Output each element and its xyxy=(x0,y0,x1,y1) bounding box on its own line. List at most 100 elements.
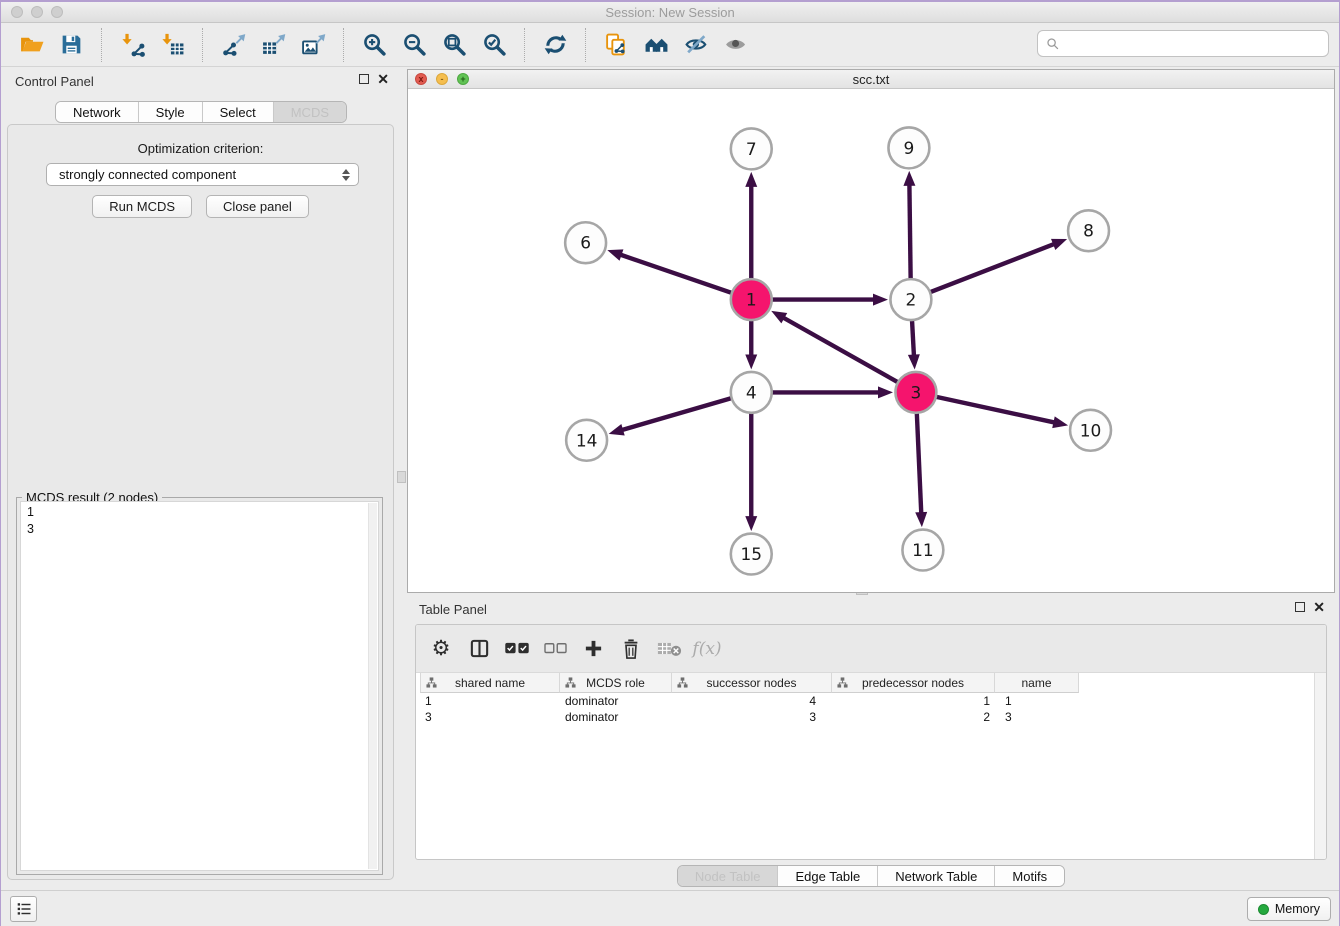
tab-style[interactable]: Style xyxy=(139,102,203,122)
column-header-predecessor-nodes[interactable]: predecessor nodes xyxy=(832,673,995,693)
network-canvas[interactable]: 7 9 6 8 1 2 4 3 14 10 15 11 xyxy=(408,89,1334,592)
graph-edge-3-11[interactable] xyxy=(915,410,927,527)
graph-edge-4-15[interactable] xyxy=(745,410,757,531)
table-row[interactable]: 3dominator323 xyxy=(420,709,1326,725)
table-header-row: shared nameMCDS rolesuccessor nodesprede… xyxy=(420,673,1326,693)
graph-edge-2-3[interactable] xyxy=(908,317,920,369)
cell-mcds-role: dominator xyxy=(560,693,672,709)
trash-button[interactable] xyxy=(614,632,648,666)
close-table-panel-icon[interactable]: ✕ xyxy=(1313,602,1325,612)
float-table-panel-icon[interactable] xyxy=(1295,602,1305,612)
import-network-button[interactable] xyxy=(115,28,149,62)
graph-node-14[interactable]: 14 xyxy=(566,420,607,461)
graph-edge-1-4[interactable] xyxy=(745,317,757,369)
graph-node-15[interactable]: 15 xyxy=(731,534,772,575)
column-header-shared-name[interactable]: shared name xyxy=(420,673,560,693)
table-scrollbar[interactable] xyxy=(1314,673,1326,859)
control-panel-tabbar: NetworkStyleSelectMCDS xyxy=(55,101,347,123)
graph-node-10[interactable]: 10 xyxy=(1070,410,1111,451)
memory-button[interactable]: Memory xyxy=(1247,897,1331,921)
run-mcds-button[interactable]: Run MCDS xyxy=(92,195,192,218)
graph-node-3[interactable]: 3 xyxy=(895,372,936,413)
import-table-button[interactable] xyxy=(155,28,189,62)
mcds-result-list[interactable]: 13 xyxy=(20,501,379,871)
export-network-button[interactable] xyxy=(216,28,250,62)
zoom-selected-button[interactable] xyxy=(477,28,511,62)
graph-edge-4-14[interactable] xyxy=(609,397,735,435)
graph-edge-1-7[interactable] xyxy=(745,172,757,282)
optimization-criterion-label: Optimization criterion: xyxy=(8,141,393,156)
select-all-icon xyxy=(504,641,530,656)
tab-motifs[interactable]: Motifs xyxy=(995,866,1064,886)
open-folder-button[interactable] xyxy=(14,28,48,62)
graph-node-2[interactable]: 2 xyxy=(890,279,931,320)
graph-node-4[interactable]: 4 xyxy=(731,372,772,413)
graph-node-8[interactable]: 8 xyxy=(1068,210,1109,251)
close-panel-icon[interactable]: ✕ xyxy=(377,74,389,84)
toolbar-separator xyxy=(101,28,102,62)
column-header-name[interactable]: name xyxy=(995,673,1079,693)
svg-text:15: 15 xyxy=(740,544,762,564)
window-titlebar[interactable]: Session: New Session xyxy=(1,2,1339,23)
vertical-split-handle[interactable] xyxy=(397,471,406,483)
graph-edge-4-3[interactable] xyxy=(769,386,893,398)
result-scrollbar[interactable] xyxy=(368,503,377,869)
tab-select[interactable]: Select xyxy=(203,102,274,122)
save-session-button[interactable] xyxy=(54,28,88,62)
search-input[interactable] xyxy=(1064,31,1328,56)
zoom-in-button[interactable] xyxy=(357,28,391,62)
refresh-icon xyxy=(543,32,568,57)
attribute-icon xyxy=(565,677,577,689)
cell-name: 1 xyxy=(995,693,1079,709)
window-title: Session: New Session xyxy=(1,5,1339,20)
table-row[interactable]: 1dominator411 xyxy=(420,693,1326,709)
neighbors-button[interactable] xyxy=(639,28,673,62)
select-all-button[interactable] xyxy=(500,632,534,666)
float-panel-icon[interactable] xyxy=(359,74,369,84)
graph-node-11[interactable]: 11 xyxy=(902,530,943,571)
network-window-titlebar[interactable]: x - + scc.txt xyxy=(408,70,1334,89)
tab-network[interactable]: Network xyxy=(56,102,139,122)
refresh-button[interactable] xyxy=(538,28,572,62)
export-table-button[interactable] xyxy=(256,28,290,62)
graph-edge-3-10[interactable] xyxy=(933,396,1068,428)
mcds-result-line: 1 xyxy=(21,504,378,521)
graph-edge-1-2[interactable] xyxy=(769,294,888,306)
tab-edge-table[interactable]: Edge Table xyxy=(778,866,878,886)
graph-edge-2-8[interactable] xyxy=(927,239,1067,293)
close-panel-button[interactable]: Close panel xyxy=(206,195,309,218)
svg-text:3: 3 xyxy=(911,382,922,402)
column-header-mcds-role[interactable]: MCDS role xyxy=(560,673,672,693)
graph-node-6[interactable]: 6 xyxy=(565,222,606,263)
graph-node-9[interactable]: 9 xyxy=(888,127,929,168)
hide-display-button[interactable] xyxy=(679,28,713,62)
export-image-button[interactable] xyxy=(296,28,330,62)
zoom-fit-button[interactable] xyxy=(437,28,471,62)
show-display-icon xyxy=(724,32,749,57)
network-graph[interactable]: 7 9 6 8 1 2 4 3 14 10 15 11 xyxy=(408,89,1334,592)
gear-button[interactable]: ⚙ xyxy=(424,632,458,666)
attribute-icon xyxy=(677,677,689,689)
search-box[interactable] xyxy=(1037,30,1329,57)
export-image-icon xyxy=(301,32,326,57)
tab-node-table[interactable]: Node Table xyxy=(678,866,779,886)
optimization-criterion-value: strongly connected component xyxy=(47,167,336,182)
column-header-successor-nodes[interactable]: successor nodes xyxy=(672,673,832,693)
graph-edge-1-6[interactable] xyxy=(607,249,734,294)
task-history-button[interactable] xyxy=(10,896,37,922)
zoom-out-button[interactable] xyxy=(397,28,431,62)
optimization-criterion-select[interactable]: strongly connected component xyxy=(46,163,359,186)
graph-edge-3-1[interactable] xyxy=(771,311,900,384)
deselect-all-button[interactable] xyxy=(538,632,572,666)
add-button[interactable] xyxy=(576,632,610,666)
tab-network-table[interactable]: Network Table xyxy=(878,866,995,886)
export-network-icon xyxy=(221,32,246,57)
show-display-button[interactable] xyxy=(719,28,753,62)
graph-node-7[interactable]: 7 xyxy=(731,128,772,169)
graph-node-1[interactable]: 1 xyxy=(731,279,772,320)
columns-button[interactable] xyxy=(462,632,496,666)
svg-text:9: 9 xyxy=(904,138,915,158)
copy-network-button[interactable] xyxy=(599,28,633,62)
graph-edge-2-9[interactable] xyxy=(903,171,915,282)
tab-mcds[interactable]: MCDS xyxy=(274,102,346,122)
